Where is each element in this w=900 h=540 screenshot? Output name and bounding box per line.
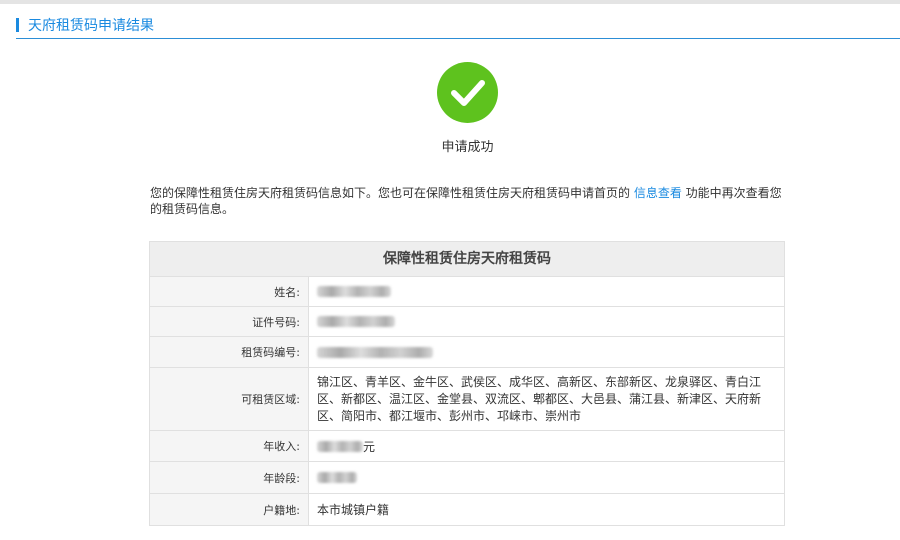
value-id-number [309, 307, 784, 336]
card-title: 保障性租赁住房天府租赁码 [150, 242, 784, 276]
header-accent-bar [16, 18, 19, 32]
label-name: 姓名: [150, 277, 309, 306]
rental-code-card: 保障性租赁住房天府租赁码 姓名: 证件号码: 租赁码编号: 可租赁区域: 锦江区… [149, 241, 785, 526]
label-areas: 可租赁区域: [150, 368, 309, 430]
income-unit: 元 [363, 439, 376, 454]
redacted-code-number [317, 346, 433, 358]
row-areas: 可租赁区域: 锦江区、青羊区、金牛区、武侯区、成华区、高新区、东部新区、龙泉驿区… [150, 367, 784, 430]
value-household: 本市城镇户籍 [317, 503, 390, 517]
info-view-link[interactable]: 信息查看 [634, 186, 682, 200]
redacted-age-range [317, 472, 357, 483]
value-name [309, 277, 784, 306]
page-header: 天府租赁码申请结果 [16, 17, 900, 39]
row-id-number: 证件号码: [150, 306, 784, 336]
check-circle-icon [437, 62, 498, 123]
redacted-id-number [317, 316, 395, 327]
page-title: 天府租赁码申请结果 [28, 18, 154, 34]
label-id-number: 证件号码: [150, 307, 309, 336]
row-age-range: 年龄段: [150, 461, 784, 493]
label-age-range: 年龄段: [150, 462, 309, 493]
success-message: 申请成功 [441, 140, 494, 155]
value-code-number [309, 337, 784, 367]
checkmark-icon [451, 80, 485, 106]
row-household: 户籍地: 本市城镇户籍 [150, 493, 784, 525]
row-code-number: 租赁码编号: [150, 336, 784, 367]
top-strip [0, 0, 900, 4]
row-income: 年收入: 元 [150, 430, 784, 461]
label-income: 年收入: [150, 431, 309, 461]
value-areas: 锦江区、青羊区、金牛区、武侯区、成华区、高新区、东部新区、龙泉驿区、青白江区、新… [317, 374, 762, 423]
label-code-number: 租赁码编号: [150, 337, 309, 367]
info-text-before: 您的保障性租赁住房天府租赁码信息如下。您也可在保障性租赁住房天府租赁码申请首页的 [150, 186, 634, 200]
redacted-income [317, 440, 363, 452]
label-household: 户籍地: [150, 494, 309, 525]
redacted-name [317, 286, 391, 297]
row-name: 姓名: [150, 276, 784, 306]
info-paragraph: 您的保障性租赁住房天府租赁码信息如下。您也可在保障性租赁住房天府租赁码申请首页的… [150, 185, 790, 217]
value-age-range [309, 462, 784, 493]
value-income: 元 [309, 431, 784, 461]
